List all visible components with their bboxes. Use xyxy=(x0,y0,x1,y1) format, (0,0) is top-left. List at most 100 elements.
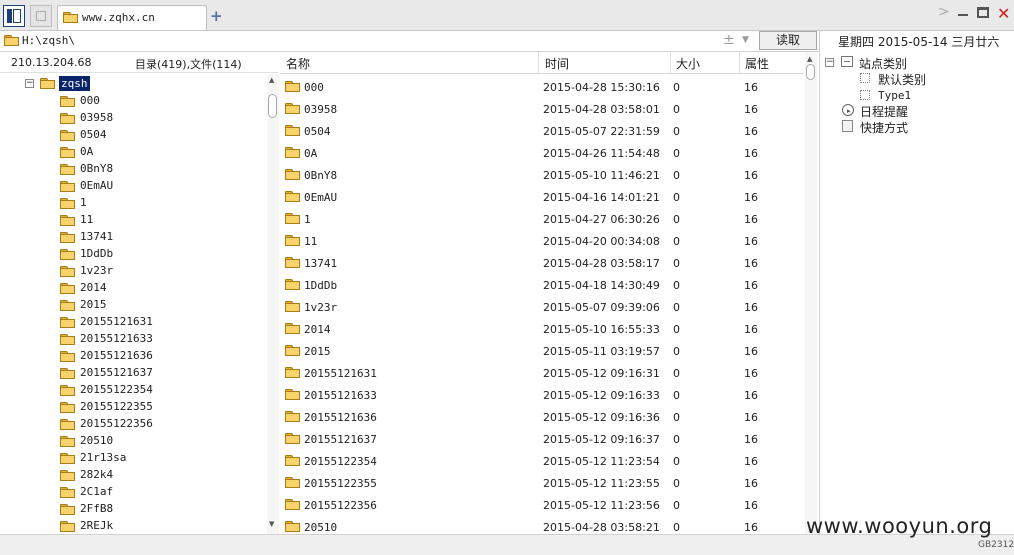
tree-item[interactable]: 1DdDb xyxy=(58,246,258,263)
tree-item[interactable]: 21r13sa xyxy=(58,450,258,467)
tree-scrollbar[interactable]: ▲ ▼ xyxy=(267,74,279,534)
folder-icon xyxy=(60,249,75,260)
folder-icon xyxy=(285,455,300,466)
collapse-icon[interactable]: − xyxy=(825,58,834,67)
tree-item[interactable]: 2014 xyxy=(58,280,258,297)
tree-item[interactable]: 2015 xyxy=(58,297,258,314)
table-row[interactable]: 20155121637 2015-05-12 09:16:37 0 16 xyxy=(280,428,804,450)
tree-item[interactable]: 20155121637 xyxy=(58,365,258,382)
table-row[interactable]: 0504 2015-05-07 22:31:59 0 16 xyxy=(280,120,804,142)
table-row[interactable]: 1DdDb 2015-04-18 14:30:49 0 16 xyxy=(280,274,804,296)
tree-item[interactable]: 20155121633 xyxy=(58,331,258,348)
tree-item[interactable]: 20155122356 xyxy=(58,416,258,433)
tree-item[interactable]: 2FfB8 xyxy=(58,501,258,518)
tree-item[interactable]: 1v23r xyxy=(58,263,258,280)
table-row[interactable]: 1 2015-04-27 06:30:26 0 16 xyxy=(280,208,804,230)
scroll-up-icon[interactable]: ▲ xyxy=(269,76,274,84)
tree-item[interactable]: 0A xyxy=(58,144,258,161)
tree-item[interactable]: 20510 xyxy=(58,433,258,450)
scroll-thumb[interactable] xyxy=(806,64,815,80)
table-row[interactable]: 0EmAU 2015-04-16 14:01:21 0 16 xyxy=(280,186,804,208)
table-row[interactable]: 20155122354 2015-05-12 11:23:54 0 16 xyxy=(280,450,804,472)
folder-icon xyxy=(60,351,75,362)
table-row[interactable]: 20155121631 2015-05-12 09:16:31 0 16 xyxy=(280,362,804,384)
minimize-icon[interactable] xyxy=(958,5,968,16)
table-row[interactable]: 11 2015-04-20 00:34:08 0 16 xyxy=(280,230,804,252)
file-time: 2015-05-07 09:39:06 xyxy=(543,301,660,314)
read-button[interactable]: 读取 xyxy=(759,31,817,50)
default-category-label: 默认类别 xyxy=(878,73,927,87)
maximize-icon[interactable] xyxy=(977,7,989,18)
tree-item-label: 20155122355 xyxy=(80,400,153,413)
address-bar: H:\zqsh\ ± ▼ 读取 xyxy=(0,31,818,52)
file-size: 0 xyxy=(673,213,680,226)
scroll-thumb[interactable] xyxy=(268,94,277,118)
tree-item[interactable]: 282k4 xyxy=(58,467,258,484)
folder-icon xyxy=(285,345,300,356)
table-row[interactable]: 0A 2015-04-26 11:54:48 0 16 xyxy=(280,142,804,164)
column-divider[interactable] xyxy=(739,52,740,73)
tree-item[interactable]: 2REJk xyxy=(58,518,258,534)
tree-item[interactable]: 1 xyxy=(58,195,258,212)
column-time[interactable]: 时间 xyxy=(545,55,569,72)
directory-summary: 目录(419),文件(114) xyxy=(135,58,242,71)
path-input[interactable]: H:\zqsh\ xyxy=(22,34,75,47)
tab-bar: www.zqhx.cn + > ✕ xyxy=(0,0,1014,31)
column-attr[interactable]: 属性 xyxy=(745,55,769,72)
table-row[interactable]: 1v23r 2015-05-07 09:39:06 0 16 xyxy=(280,296,804,318)
table-row[interactable]: 2015 2015-05-11 03:19:57 0 16 xyxy=(280,340,804,362)
tree-item[interactable]: 13741 xyxy=(58,229,258,246)
column-size[interactable]: 大小 xyxy=(676,55,700,72)
collapse-icon[interactable]: − xyxy=(25,79,34,88)
table-row[interactable]: 20155122356 2015-05-12 11:23:56 0 16 xyxy=(280,494,804,516)
tree-item[interactable]: 11 xyxy=(58,212,258,229)
file-size: 0 xyxy=(673,367,680,380)
tree-item[interactable]: 000 xyxy=(58,93,258,110)
folder-icon xyxy=(60,130,75,141)
new-window-icon[interactable] xyxy=(30,5,52,27)
tree-item[interactable]: 0EmAU xyxy=(58,178,258,195)
add-tab-icon[interactable]: + xyxy=(210,7,223,25)
file-size: 0 xyxy=(673,499,680,512)
folder-icon xyxy=(63,12,78,23)
file-scrollbar[interactable]: ▲ xyxy=(805,52,817,534)
table-row[interactable]: 20155121636 2015-05-12 09:16:36 0 16 xyxy=(280,406,804,428)
tree-item-label: 2FfB8 xyxy=(80,502,114,515)
table-row[interactable]: 20155121633 2015-05-12 09:16:33 0 16 xyxy=(280,384,804,406)
tree-item[interactable]: 0BnY8 xyxy=(58,161,258,178)
tree-item[interactable]: 20155121631 xyxy=(58,314,258,331)
file-name: 0A xyxy=(304,147,318,160)
tree-item[interactable]: 0504 xyxy=(58,127,258,144)
tree-item-label: 20155122354 xyxy=(80,383,153,396)
tree-item-label: 20155121631 xyxy=(80,315,153,328)
file-list-header: 名称 时间 大小 属性 xyxy=(280,52,804,74)
folder-open-icon xyxy=(40,78,55,89)
table-row[interactable]: 0BnY8 2015-05-10 11:46:21 0 16 xyxy=(280,164,804,186)
scroll-down-icon[interactable]: ▼ xyxy=(269,520,274,528)
scroll-up-icon[interactable]: ▲ xyxy=(807,55,812,63)
table-row[interactable]: 03958 2015-04-28 03:58:01 0 16 xyxy=(280,98,804,120)
column-divider[interactable] xyxy=(670,52,671,73)
close-icon[interactable]: ✕ xyxy=(997,4,1010,23)
column-divider[interactable] xyxy=(538,52,539,73)
tree-item[interactable]: 20155122354 xyxy=(58,382,258,399)
tree-item[interactable]: 20155121636 xyxy=(58,348,258,365)
tree-item[interactable]: 03958 xyxy=(58,110,258,127)
tree-item[interactable]: 2C1af xyxy=(58,484,258,501)
folder-icon xyxy=(4,35,19,46)
table-row[interactable]: 13741 2015-04-28 03:58:17 0 16 xyxy=(280,252,804,274)
tree-item-label: 03958 xyxy=(80,111,114,124)
chevron-right-icon[interactable]: > xyxy=(938,4,950,20)
sidebar-toggle-icon[interactable] xyxy=(3,5,25,27)
table-row[interactable]: 2014 2015-05-10 16:55:33 0 16 xyxy=(280,318,804,340)
table-row[interactable]: 20510 2015-04-28 03:58:21 0 16 xyxy=(280,516,804,534)
tree-item[interactable]: 20155122355 xyxy=(58,399,258,416)
folder-icon xyxy=(285,257,300,268)
tab-site[interactable]: www.zqhx.cn xyxy=(57,5,207,30)
file-size: 0 xyxy=(673,323,680,336)
table-row[interactable]: 20155122355 2015-05-12 11:23:55 0 16 xyxy=(280,472,804,494)
table-row[interactable]: 000 2015-04-28 15:30:16 0 16 xyxy=(280,76,804,98)
column-name[interactable]: 名称 xyxy=(286,55,310,72)
dropdown-arrow-icon[interactable]: ▼ xyxy=(742,35,749,45)
plus-icon[interactable]: ± xyxy=(723,32,735,48)
